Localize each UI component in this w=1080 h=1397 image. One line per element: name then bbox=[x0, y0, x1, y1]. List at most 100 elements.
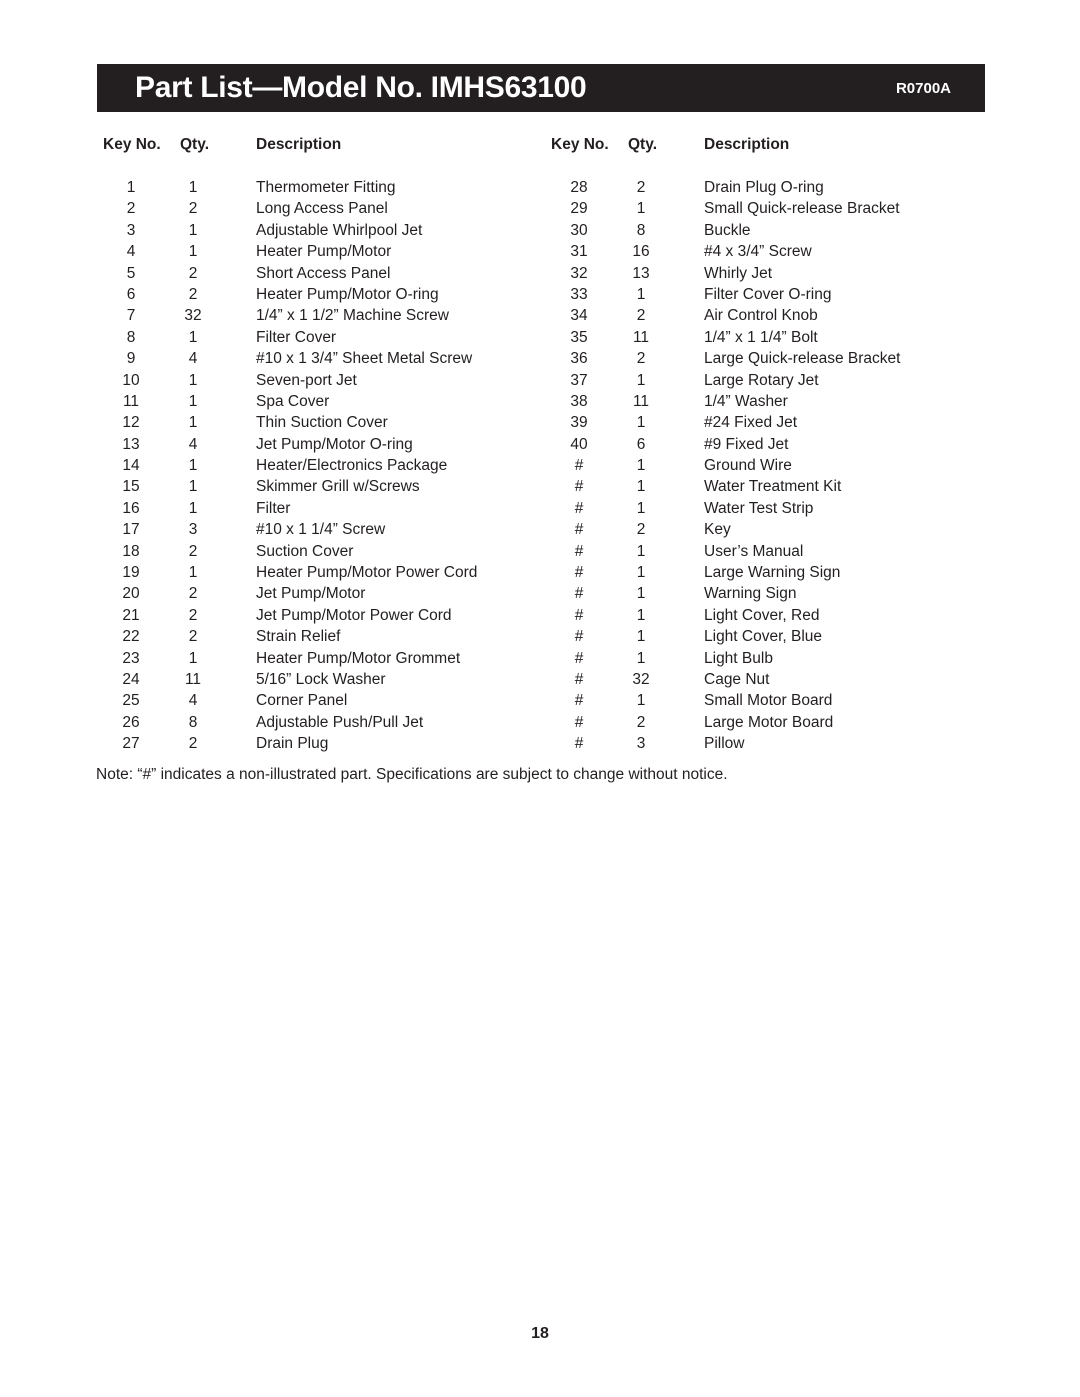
cell-key-no: 31 bbox=[570, 243, 588, 261]
cell-key-no: # bbox=[574, 670, 584, 688]
header-key-no: Key No. bbox=[103, 136, 161, 153]
cell-key-no: 20 bbox=[122, 585, 140, 603]
table-row: 6 2 Heater Pump/Motor O-ring bbox=[100, 286, 550, 307]
cell-description: Water Test Strip bbox=[704, 499, 814, 517]
cell-description: Drain Plug O-ring bbox=[704, 179, 824, 196]
cell-description: #4 x 3/4” Screw bbox=[704, 243, 812, 261]
cell-description: Whirly Jet bbox=[704, 264, 773, 282]
cell-key-no: 11 bbox=[122, 392, 140, 410]
cell-description: 1/4” Washer bbox=[704, 392, 788, 410]
cell-key-no: 36 bbox=[570, 350, 588, 368]
cell-qty: 1 bbox=[188, 478, 198, 496]
page-title: Part List—Model No. IMHS63100 bbox=[135, 71, 587, 104]
table-row: #1 Warning Sign bbox=[548, 585, 1008, 606]
cell-description: Pillow bbox=[704, 735, 745, 753]
table-row: #1 Small Motor Board bbox=[548, 692, 1008, 713]
part-list-page: Part List—Model No. IMHS63100 R0700A Key… bbox=[0, 0, 1080, 1397]
cell-qty: 4 bbox=[188, 435, 198, 453]
cell-description: Heater Pump/Motor bbox=[256, 243, 392, 261]
table-row: 11 1 Spa Cover bbox=[100, 393, 550, 414]
table-row: 8 1 Filter Cover bbox=[100, 329, 550, 350]
cell-description: Light Bulb bbox=[704, 649, 773, 667]
table-row: 21 2 Jet Pump/Motor Power Cord bbox=[100, 607, 550, 628]
cell-qty: 1 bbox=[636, 499, 646, 517]
cell-key-no: 34 bbox=[570, 307, 588, 325]
table-row: 12 1 Thin Suction Cover bbox=[100, 414, 550, 435]
table-row: 29 1 Small Quick-release Bracket bbox=[548, 200, 1008, 221]
cell-qty: 32 bbox=[632, 670, 650, 688]
cell-key-no: 28 bbox=[570, 179, 588, 196]
table-row: 7 32 1/4” x 1 1/2” Machine Screw bbox=[100, 307, 550, 328]
cell-qty: 1 bbox=[636, 628, 646, 646]
table-row: 19 1 Heater Pump/Motor Power Cord bbox=[100, 564, 550, 585]
cell-qty: 1 bbox=[188, 392, 198, 410]
cell-key-no: 39 bbox=[570, 414, 588, 432]
cell-description: 5/16” Lock Washer bbox=[256, 670, 386, 688]
cell-description: Heater Pump/Motor Grommet bbox=[256, 649, 461, 667]
table-row: 17 3 #10 x 1 1/4” Screw bbox=[100, 521, 550, 542]
parts-rows-left: 1 1 Thermometer Fitting 2 2 Long Access Panel… bbox=[100, 179, 550, 757]
header-key-no: Key No. bbox=[551, 136, 609, 153]
cell-key-no: # bbox=[574, 649, 584, 667]
cell-qty: 2 bbox=[636, 713, 646, 731]
table-row: 28 2 Drain Plug O-ring bbox=[548, 179, 1008, 200]
cell-qty: 2 bbox=[188, 606, 198, 624]
cell-key-no: 22 bbox=[122, 628, 140, 646]
cell-qty: 2 bbox=[188, 264, 198, 282]
table-row: 18 2 Suction Cover bbox=[100, 543, 550, 564]
table-row: #1 Ground Wire bbox=[548, 457, 1008, 478]
cell-description: Suction Cover bbox=[256, 542, 354, 560]
cell-description: Key bbox=[704, 521, 731, 539]
cell-description: Adjustable Push/Pull Jet bbox=[256, 713, 424, 731]
cell-description: Thermometer Fitting bbox=[256, 179, 396, 196]
table-row: 36 2 Large Quick-release Bracket bbox=[548, 350, 1008, 371]
column-headers-right: Key No. Qty. Description bbox=[548, 136, 1008, 164]
cell-key-no: 13 bbox=[122, 435, 140, 453]
cell-key-no: # bbox=[574, 457, 584, 475]
cell-description: Air Control Knob bbox=[704, 307, 818, 325]
cell-description: 1/4” x 1 1/2” Machine Screw bbox=[256, 307, 449, 325]
cell-qty: 6 bbox=[636, 435, 646, 453]
table-row: #32 Cage Nut bbox=[548, 671, 1008, 692]
cell-qty: 11 bbox=[184, 670, 202, 688]
revision-code: R0700A bbox=[895, 79, 951, 97]
cell-key-no: 6 bbox=[126, 285, 136, 303]
cell-key-no: 2 bbox=[126, 200, 136, 218]
table-row: 4 1 Heater Pump/Motor bbox=[100, 243, 550, 264]
cell-description: Small Quick-release Bracket bbox=[704, 200, 900, 218]
cell-description: Heater/Electronics Package bbox=[256, 457, 448, 475]
cell-key-no: 33 bbox=[570, 285, 588, 303]
cell-qty: 4 bbox=[188, 692, 198, 710]
cell-qty: 1 bbox=[636, 414, 646, 432]
cell-description: #10 x 1 3/4” Sheet Metal Screw bbox=[256, 350, 473, 368]
cell-description: Skimmer Grill w/Screws bbox=[256, 478, 420, 496]
cell-qty: 1 bbox=[188, 179, 198, 196]
table-row: 27 2 Drain Plug bbox=[100, 735, 550, 756]
cell-key-no: 32 bbox=[570, 264, 588, 282]
cell-key-no: # bbox=[574, 585, 584, 603]
cell-description: Light Cover, Red bbox=[704, 606, 820, 624]
cell-key-no: 9 bbox=[126, 350, 136, 368]
cell-qty: 1 bbox=[636, 585, 646, 603]
cell-description: Jet Pump/Motor O-ring bbox=[256, 435, 413, 453]
cell-key-no: 7 bbox=[126, 307, 136, 325]
table-row: 32 13 Whirly Jet bbox=[548, 265, 1008, 286]
cell-qty: 1 bbox=[636, 200, 646, 218]
cell-key-no: 5 bbox=[126, 264, 136, 282]
cell-qty: 3 bbox=[188, 521, 198, 539]
table-row: 3 1 Adjustable Whirlpool Jet bbox=[100, 222, 550, 243]
table-row: #1 Large Warning Sign bbox=[548, 564, 1008, 585]
cell-key-no: 23 bbox=[122, 649, 140, 667]
table-row: #1 Water Treatment Kit bbox=[548, 478, 1008, 499]
cell-qty: 2 bbox=[188, 285, 198, 303]
cell-key-no: 27 bbox=[122, 735, 140, 753]
cell-description: Light Cover, Blue bbox=[704, 628, 823, 646]
cell-key-no: 19 bbox=[122, 564, 140, 582]
cell-description: Large Warning Sign bbox=[704, 564, 841, 582]
header-qty: Qty. bbox=[628, 136, 657, 153]
table-row: #1 User’s Manual bbox=[548, 543, 1008, 564]
cell-qty: 13 bbox=[632, 264, 650, 282]
cell-description: Warning Sign bbox=[704, 585, 797, 603]
cell-key-no: # bbox=[574, 628, 584, 646]
cell-qty: 1 bbox=[188, 499, 198, 517]
